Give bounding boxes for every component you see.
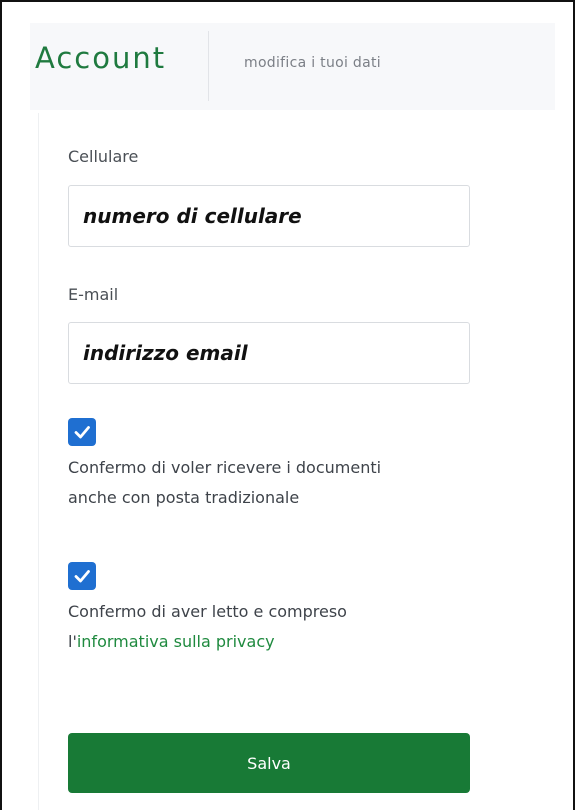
privacy-consent-text: Confermo di aver letto e compreso l'info… [68,597,488,657]
mobile-label: Cellulare [68,147,139,166]
header-divider [208,31,209,101]
privacy-policy-link[interactable]: informativa sulla privacy [77,632,275,651]
email-input[interactable] [68,322,470,384]
privacy-prefix: l' [68,632,77,651]
page-subtitle: modifica i tuoi dati [244,55,381,71]
privacy-consent-line1: Confermo di aver letto e compreso [68,602,347,621]
page-title: Account [35,41,167,75]
paper-mail-consent-text: Confermo di voler ricevere i documenti a… [68,453,488,513]
paper-mail-consent-line1: Confermo di voler ricevere i documenti [68,458,382,477]
mobile-input[interactable] [68,185,470,247]
email-label: E-mail [68,285,119,304]
privacy-consent-line2: l'informativa sulla privacy [68,627,488,657]
page-header: Account modifica i tuoi dati [30,23,555,110]
paper-mail-checkbox[interactable] [68,418,96,446]
save-button[interactable]: Salva [68,733,470,793]
privacy-checkbox[interactable] [68,562,96,590]
checkmark-icon [74,426,90,439]
paper-mail-consent-line2: anche con posta tradizionale [68,488,300,507]
checkmark-icon [74,570,90,583]
